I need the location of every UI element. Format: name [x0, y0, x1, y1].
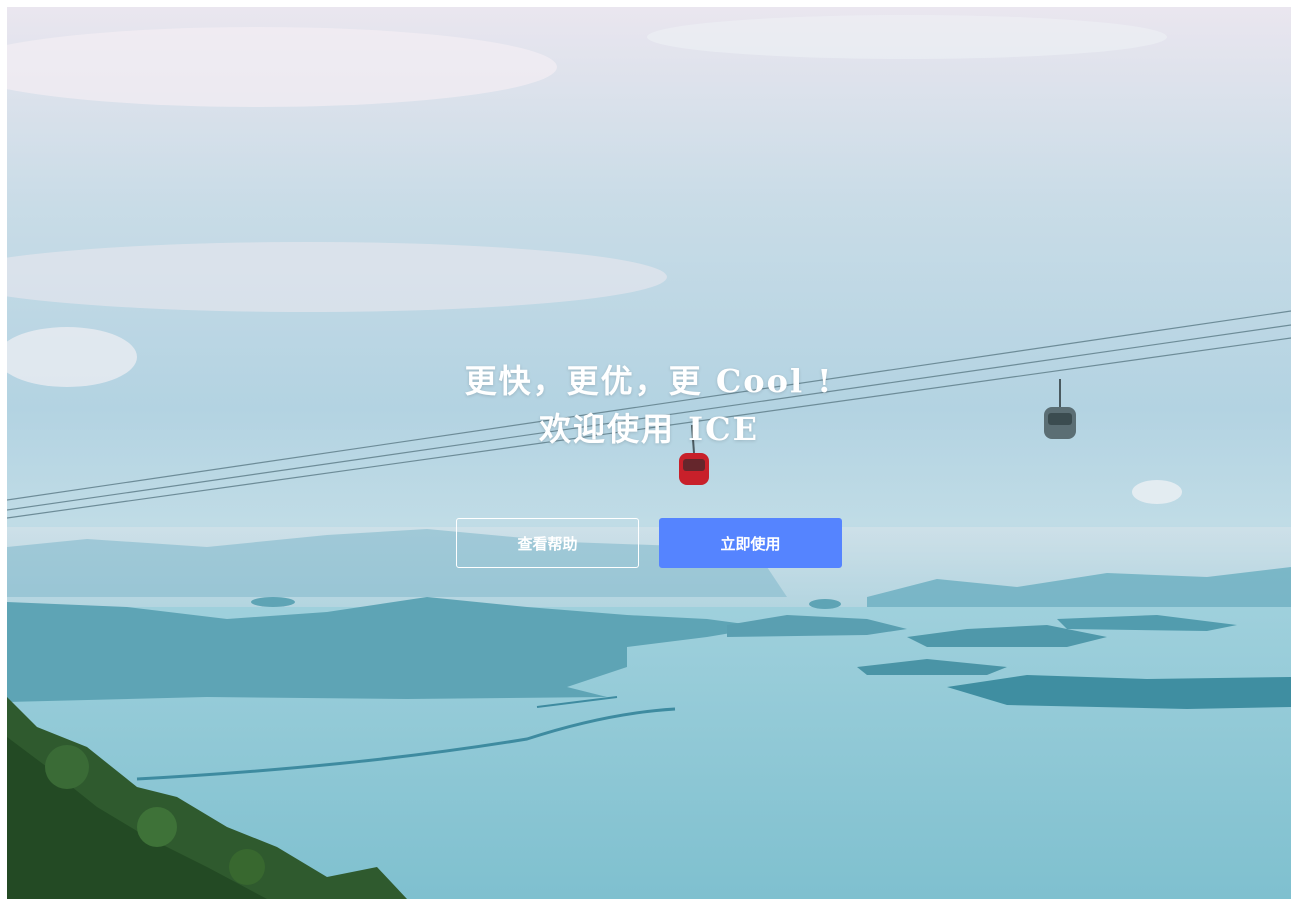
background-image — [7, 15, 1291, 899]
hero-title: 更快，更优，更 Cool ! 欢迎使用 ICE — [7, 357, 1291, 453]
hero-title-line-2: 欢迎使用 ICE — [539, 410, 759, 448]
hero-title-line-1: 更快，更优，更 Cool ! — [464, 362, 834, 400]
start-button[interactable]: 立即使用 — [659, 518, 842, 568]
hero-banner: 更快，更优，更 Cool ! 欢迎使用 ICE 查看帮助 立即使用 — [7, 7, 1291, 899]
help-button[interactable]: 查看帮助 — [456, 518, 639, 568]
